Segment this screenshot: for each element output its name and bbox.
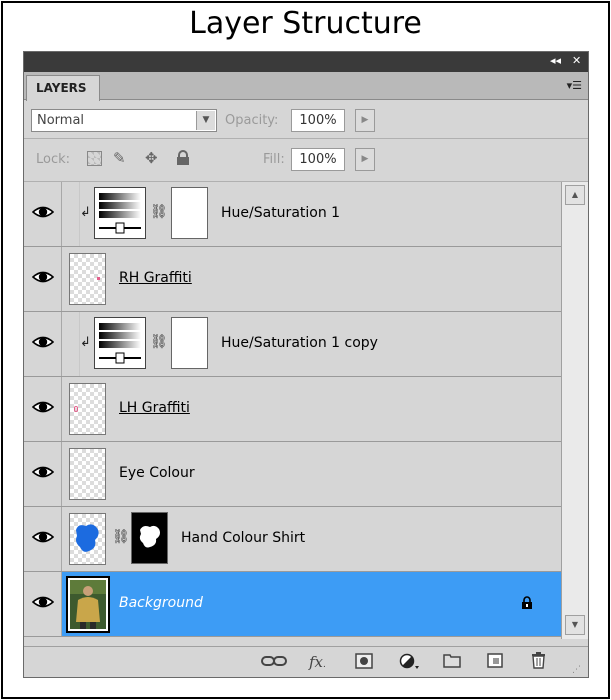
chain-link-icon[interactable]: ⛓ [112, 529, 130, 545]
resize-grip-icon[interactable]: ⋰ [572, 663, 581, 677]
visibility-toggle[interactable] [24, 247, 62, 311]
layer-row-selected[interactable]: Background [24, 572, 561, 637]
graffiti-mark [74, 406, 78, 412]
layer-name[interactable]: Eye Colour [119, 465, 195, 481]
chain-link-icon[interactable]: ⛓ [150, 204, 168, 220]
layer-row[interactable]: Eye Colour [24, 442, 561, 507]
eye-icon [32, 206, 54, 218]
clip-arrow-icon: ↲ [80, 335, 91, 350]
hue-saturation-thumbnail[interactable] [94, 317, 146, 369]
layer-mask-thumbnail[interactable] [171, 317, 208, 369]
layer-name[interactable]: Background [119, 595, 203, 611]
layer-mask-thumbnail[interactable] [131, 512, 168, 564]
layer-name[interactable]: Hue/Saturation 1 copy [221, 335, 378, 351]
opacity-stepper[interactable]: ▶ [355, 109, 375, 132]
layer-thumbnail[interactable] [69, 448, 106, 500]
eye-icon [32, 271, 54, 283]
scroll-down-button[interactable]: ▼ [565, 615, 585, 635]
clip-arrow-icon: ↲ [80, 205, 91, 220]
lock-label: Lock: [36, 152, 71, 167]
panel-titlebar: ◂◂ ✕ [24, 52, 588, 72]
blend-opacity-row: Normal ▼ Opacity: 100% ▶ [24, 101, 588, 137]
fx-icon[interactable]: fx. [309, 655, 326, 672]
eye-icon [32, 531, 54, 543]
eye-icon [32, 336, 54, 348]
lock-all-icon[interactable] [176, 150, 190, 169]
lock-pixels-icon[interactable]: ✎ [113, 150, 126, 166]
opacity-label: Opacity: [225, 113, 279, 128]
adjustment-layer-icon[interactable] [399, 653, 421, 673]
fill-stepper[interactable]: ▶ [355, 148, 375, 171]
layer-row[interactable]: LH Graffiti [24, 377, 561, 442]
vertical-scrollbar[interactable]: ▲ ▼ [561, 182, 588, 639]
scroll-up-button[interactable]: ▲ [565, 185, 585, 205]
lock-icon [521, 596, 533, 614]
close-icon[interactable]: ✕ [572, 54, 581, 68]
add-mask-icon[interactable] [355, 653, 373, 672]
panel-footer: fx. ⋰ [24, 646, 588, 677]
hue-saturation-thumbnail[interactable] [94, 187, 146, 239]
figure-caption: Layer Structure [189, 6, 422, 41]
layer-thumbnail[interactable] [69, 513, 106, 565]
layer-row[interactable]: RH Graffiti [24, 247, 561, 312]
eye-icon [32, 596, 54, 608]
panel-menu-icon[interactable]: ▾☰ [567, 79, 582, 92]
divider [24, 138, 588, 139]
lock-position-icon[interactable]: ✥ [145, 150, 158, 166]
layer-thumbnail[interactable] [69, 383, 106, 435]
tab-layers[interactable]: LAYERS [26, 75, 100, 101]
layer-thumbnail[interactable] [69, 253, 106, 305]
layer-row[interactable]: ↲ ⛓ Hue/Saturation 1 copy [24, 312, 561, 377]
layers-panel: ◂◂ ✕ LAYERS ▾☰ Normal ▼ Opacity: 100% ▶ … [23, 51, 589, 678]
link-layers-icon[interactable] [261, 654, 287, 671]
fill-field[interactable]: 100% [291, 148, 345, 171]
visibility-toggle[interactable] [24, 182, 62, 246]
visibility-toggle[interactable] [24, 572, 62, 636]
blend-mode-value: Normal [37, 113, 85, 128]
lock-fill-row: Lock: ✎ ✥ Fill: 100% ▶ [24, 140, 588, 176]
visibility-toggle[interactable] [24, 377, 62, 441]
layer-list: ↲ ⛓ Hue/Saturation 1 RH Graffiti ↲ ⛓ Hue… [24, 182, 561, 639]
eye-icon [32, 466, 54, 478]
layer-thumbnail[interactable] [66, 576, 110, 633]
graffiti-mark [97, 277, 100, 280]
eye-icon [32, 401, 54, 413]
tab-strip: LAYERS ▾☰ [24, 72, 588, 101]
new-layer-icon[interactable] [487, 653, 503, 671]
new-group-icon[interactable] [443, 653, 461, 671]
layer-name[interactable]: Hand Colour Shirt [181, 530, 305, 546]
layer-row[interactable]: ⛓ Hand Colour Shirt [24, 507, 561, 572]
visibility-toggle[interactable] [24, 442, 62, 506]
blend-mode-select[interactable]: Normal ▼ [31, 109, 217, 132]
lock-transparency-icon[interactable] [87, 151, 102, 166]
visibility-toggle[interactable] [24, 312, 62, 376]
layer-name[interactable]: LH Graffiti [119, 400, 190, 416]
layer-row[interactable]: ↲ ⛓ Hue/Saturation 1 [24, 182, 561, 247]
layer-name[interactable]: RH Graffiti [119, 270, 192, 286]
visibility-toggle[interactable] [24, 507, 62, 571]
chain-link-icon[interactable]: ⛓ [150, 334, 168, 350]
layer-mask-thumbnail[interactable] [171, 187, 208, 239]
collapse-icon[interactable]: ◂◂ [550, 54, 561, 68]
opacity-field[interactable]: 100% [291, 109, 345, 132]
chevron-down-icon[interactable]: ▼ [196, 111, 215, 130]
fill-label: Fill: [263, 152, 285, 167]
delete-layer-icon[interactable] [531, 652, 546, 672]
layer-name[interactable]: Hue/Saturation 1 [221, 205, 340, 221]
